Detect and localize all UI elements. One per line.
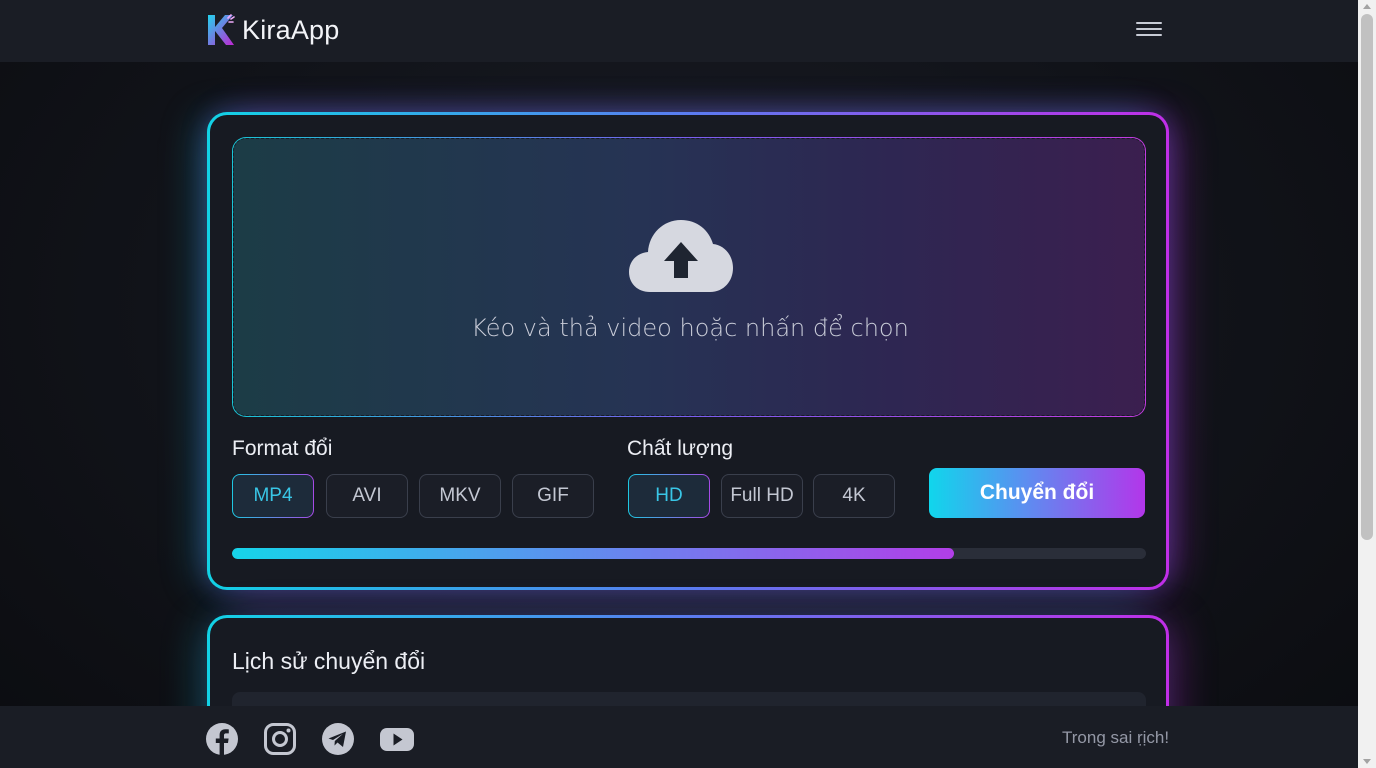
footer: Trong sai ṛịch! bbox=[0, 706, 1358, 768]
footer-text: Trong sai ṛịch! bbox=[1062, 728, 1170, 747]
format-option-gif[interactable]: GIF bbox=[512, 474, 594, 518]
quality-label: Chất lượng bbox=[627, 437, 734, 460]
quality-option-full-hd[interactable]: Full HD bbox=[721, 474, 803, 518]
convert-button[interactable]: Chuyển đổi bbox=[929, 468, 1145, 518]
format-label: Format đổi bbox=[232, 437, 333, 460]
dropzone-instruction: Kéo và thả video hoặc nhấn để chọn bbox=[471, 314, 909, 342]
scroll-up-arrow-icon[interactable] bbox=[1363, 4, 1371, 9]
page-scrollbar[interactable] bbox=[1358, 0, 1376, 768]
hamburger-menu-icon[interactable] bbox=[1136, 18, 1162, 40]
instagram-icon[interactable] bbox=[263, 722, 297, 756]
converter-card: Kéo và thả video hoặc nhấn để chọn Forma… bbox=[207, 112, 1169, 590]
format-option-mp4[interactable]: MP4 bbox=[232, 474, 314, 518]
history-title: Lịch sử chuyển đổi bbox=[232, 648, 426, 674]
quality-option-hd[interactable]: HD bbox=[628, 474, 710, 518]
facebook-icon[interactable] bbox=[205, 722, 239, 756]
quality-option-4k[interactable]: 4K bbox=[813, 474, 895, 518]
cloud-upload-icon bbox=[629, 220, 733, 292]
brand-logo[interactable]: KiraApp bbox=[205, 12, 339, 48]
scroll-down-arrow-icon[interactable] bbox=[1363, 759, 1371, 764]
app-name: KiraApp bbox=[242, 14, 340, 45]
youtube-icon[interactable] bbox=[379, 722, 415, 756]
video-dropzone[interactable]: Kéo và thả video hoặc nhấn để chọn bbox=[232, 137, 1146, 417]
top-header: KiraApp bbox=[0, 0, 1358, 62]
format-option-mkv[interactable]: MKV bbox=[419, 474, 501, 518]
format-option-avi[interactable]: AVI bbox=[326, 474, 408, 518]
progress-fill bbox=[232, 548, 955, 559]
kira-logo-icon bbox=[208, 14, 235, 45]
scrollbar-thumb[interactable] bbox=[1361, 14, 1373, 540]
telegram-icon[interactable] bbox=[321, 722, 355, 756]
conversion-progress-bar bbox=[232, 548, 1146, 559]
